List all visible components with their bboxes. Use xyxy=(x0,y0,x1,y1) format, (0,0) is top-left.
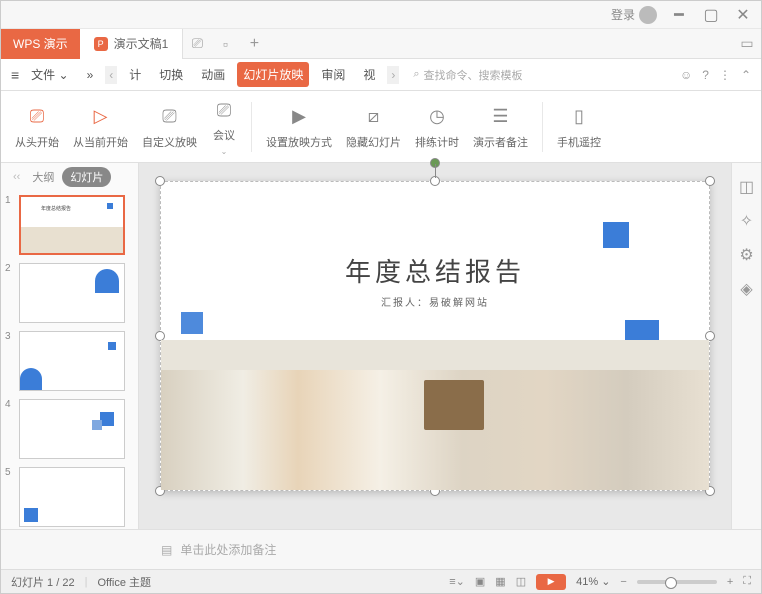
fit-screen-icon[interactable]: ⛶ xyxy=(743,575,751,588)
monitor-play-icon: ⎚ xyxy=(24,104,50,130)
panel-toggle-icon[interactable]: ▭ xyxy=(733,35,761,52)
settings-icon[interactable]: ⚙ xyxy=(739,245,753,265)
tab-bar: WPS 演示 P 演示文稿1 ⎚ ▫ + ▭ xyxy=(1,29,761,59)
menu-view[interactable]: 视 xyxy=(357,62,381,87)
app-tab[interactable]: WPS 演示 xyxy=(1,29,80,59)
decorative-square xyxy=(181,312,203,334)
zoom-out-button[interactable]: − xyxy=(620,576,626,588)
menu-animation[interactable]: 动画 xyxy=(195,62,231,87)
notes-icon: ▤ xyxy=(161,543,172,557)
menu-bar: ≡ 文件 ⌄ » ‹ 计 切换 动画 幻灯片放映 审阅 视 › ⌕ 查找命令、搜… xyxy=(1,59,761,91)
slide-thumb-3[interactable] xyxy=(19,331,125,391)
presenter-notes-button[interactable]: ☰演示者备注 xyxy=(469,104,532,150)
more-icon[interactable]: ⋮ xyxy=(719,68,731,82)
custom-show-icon: ⎚ xyxy=(157,104,183,130)
slide-thumb-5[interactable] xyxy=(19,467,125,527)
zoom-level[interactable]: 41% ⌄ xyxy=(576,575,610,588)
decorative-square xyxy=(603,222,629,248)
phone-remote-button[interactable]: ▯手机遥控 xyxy=(553,104,605,150)
menu-transition[interactable]: 切换 xyxy=(153,62,189,87)
slide-editor[interactable]: 年度总结报告 汇报人：易破解网站 xyxy=(139,163,731,529)
close-button[interactable]: ✕ xyxy=(733,5,753,25)
resize-handle[interactable] xyxy=(705,176,715,186)
zoom-in-button[interactable]: + xyxy=(727,576,733,588)
slide-thumb-1[interactable]: 年度总结报告 xyxy=(19,195,125,255)
presenter-icon: ☰ xyxy=(488,104,514,130)
resize-handle[interactable] xyxy=(155,176,165,186)
custom-show-button[interactable]: ⎚自定义放映 xyxy=(138,104,201,150)
notes-toggle-icon[interactable]: ≡⌄ xyxy=(449,575,465,588)
notes-bar[interactable]: ▤ 单击此处添加备注 xyxy=(1,529,761,569)
presentation-icon: P xyxy=(94,37,108,51)
reading-view-icon[interactable]: ◫ xyxy=(516,575,526,588)
notes-placeholder: 单击此处添加备注 xyxy=(180,541,276,558)
meeting-icon: ⎚ xyxy=(211,97,237,123)
help-icon[interactable]: ? xyxy=(702,68,709,82)
slide-image xyxy=(161,340,709,490)
slide-thumb-2[interactable] xyxy=(19,263,125,323)
normal-view-icon[interactable]: ▣ xyxy=(475,575,485,588)
set-show-button[interactable]: ▶设置放映方式 xyxy=(262,104,336,150)
scroll-left-button[interactable]: ‹ xyxy=(105,66,117,84)
phone-icon: ▯ xyxy=(566,104,592,130)
theme-label: Office 主题 xyxy=(97,574,151,590)
file-menu[interactable]: 文件 ⌄ xyxy=(25,62,74,87)
hide-slide-button[interactable]: ⧄隐藏幻灯片 xyxy=(342,104,405,150)
collapse-icon[interactable]: ⌃ xyxy=(741,68,751,82)
search-input[interactable]: ⌕ 查找命令、搜索模板 xyxy=(413,67,674,83)
document-tab-label: 演示文稿1 xyxy=(114,35,169,52)
search-icon: ⌕ xyxy=(413,68,419,81)
login-button[interactable]: 登录 xyxy=(611,6,657,24)
dropdown-icon[interactable]: ▫ xyxy=(211,36,239,52)
slides-tab[interactable]: 幻灯片 xyxy=(62,167,111,187)
slideshow-button[interactable]: ▶ xyxy=(536,574,566,590)
slide-subtitle[interactable]: 汇报人：易破解网站 xyxy=(161,294,709,309)
sorter-view-icon[interactable]: ▦ xyxy=(495,575,505,588)
scroll-right-button[interactable]: › xyxy=(387,66,399,84)
titlebar: 登录 ━ ▢ ✕ xyxy=(1,1,761,29)
nav-back-icon[interactable]: ‹‹ xyxy=(9,171,24,183)
smiley-icon[interactable]: ☺ xyxy=(680,68,692,82)
zoom-slider[interactable] xyxy=(637,580,717,584)
layout-icon[interactable]: ◫ xyxy=(739,177,754,197)
stopwatch-icon: ◷ xyxy=(424,104,450,130)
slide-canvas[interactable]: 年度总结报告 汇报人：易破解网站 xyxy=(160,181,710,491)
from-current-button[interactable]: ▷从当前开始 xyxy=(69,104,132,150)
slide-counter: 幻灯片 1 / 22 xyxy=(11,574,75,590)
overflow-menu[interactable]: » xyxy=(81,64,100,86)
from-start-button[interactable]: ⎚从头开始 xyxy=(11,104,63,150)
design-icon[interactable]: ✧ xyxy=(740,211,753,231)
rehearse-button[interactable]: ◷排练计时 xyxy=(411,104,463,150)
hide-slide-icon: ⧄ xyxy=(361,104,387,130)
outline-tab[interactable]: 大纲 xyxy=(32,169,54,185)
slide-title[interactable]: 年度总结报告 xyxy=(161,252,709,289)
meeting-button[interactable]: ⎚会议⌄ xyxy=(207,97,241,156)
slide-thumb-4[interactable] xyxy=(19,399,125,459)
new-tab-button[interactable]: + xyxy=(239,35,269,53)
avatar-icon xyxy=(639,6,657,24)
minimize-button[interactable]: ━ xyxy=(669,5,689,25)
maximize-button[interactable]: ▢ xyxy=(701,5,721,25)
display-mode-icon[interactable]: ⎚ xyxy=(183,35,211,52)
document-tab[interactable]: P 演示文稿1 xyxy=(80,29,184,59)
settings-play-icon: ▶ xyxy=(286,104,312,130)
ribbon: ⎚从头开始 ▷从当前开始 ⎚自定义放映 ⎚会议⌄ ▶设置放映方式 ⧄隐藏幻灯片 … xyxy=(1,91,761,163)
play-circle-icon: ▷ xyxy=(88,104,114,130)
transition-icon[interactable]: ◈ xyxy=(740,279,752,299)
right-toolbar: ◫ ✧ ⚙ ◈ xyxy=(731,163,761,529)
status-bar: 幻灯片 1 / 22 | Office 主题 ≡⌄ ▣ ▦ ◫ ▶ 41% ⌄ … xyxy=(1,569,761,593)
hamburger-icon[interactable]: ≡ xyxy=(11,67,19,83)
menu-slideshow[interactable]: 幻灯片放映 xyxy=(237,62,309,87)
workspace: ‹‹ 大纲 幻灯片 1年度总结报告 2 3 4 5 6 xyxy=(1,163,761,529)
menu-design[interactable]: 计 xyxy=(123,62,147,87)
menu-review[interactable]: 审阅 xyxy=(315,62,351,87)
thumbnail-list[interactable]: 1年度总结报告 2 3 4 5 6 xyxy=(1,191,138,529)
slide-panel: ‹‹ 大纲 幻灯片 1年度总结报告 2 3 4 5 6 xyxy=(1,163,139,529)
search-placeholder: 查找命令、搜索模板 xyxy=(424,67,523,83)
